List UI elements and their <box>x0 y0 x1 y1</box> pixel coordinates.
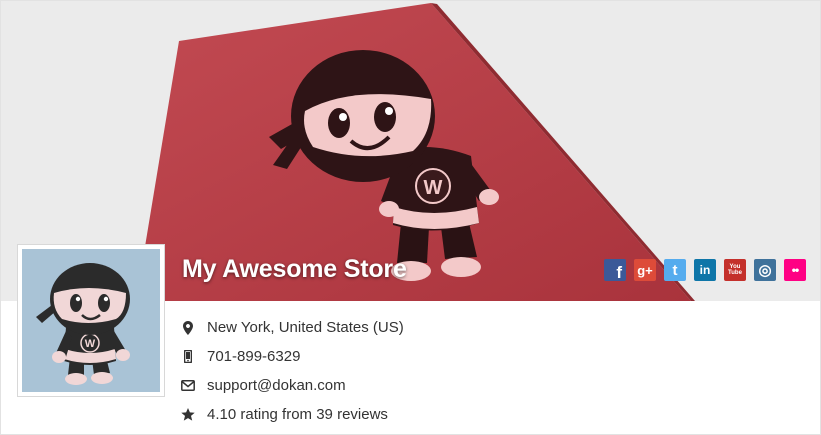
social-links: f g+ t in You Tube ◎ •• <box>604 259 806 281</box>
svg-text:W: W <box>424 177 443 199</box>
store-address-text: New York, United States (US) <box>207 319 404 336</box>
store-name: My Awesome Store <box>182 255 407 283</box>
store-phone-text: 701-899-6329 <box>207 348 301 365</box>
instagram-icon[interactable]: ◎ <box>754 259 776 281</box>
avatar-image: W <box>22 249 160 392</box>
star-icon <box>181 408 195 422</box>
store-avatar: W <box>17 244 165 397</box>
twitter-icon[interactable]: t <box>664 259 686 281</box>
store-rating-text: 4.10 rating from 39 reviews <box>207 406 388 423</box>
store-email: support@dokan.com <box>181 371 404 400</box>
svg-text:W: W <box>85 338 96 350</box>
store-address: New York, United States (US) <box>181 313 404 342</box>
google-plus-icon[interactable]: g+ <box>634 259 656 281</box>
linkedin-icon[interactable]: in <box>694 259 716 281</box>
flickr-icon[interactable]: •• <box>784 259 806 281</box>
envelope-icon <box>181 379 195 393</box>
store-info-list: New York, United States (US) 701-899-632… <box>181 313 404 429</box>
store-rating: 4.10 rating from 39 reviews <box>181 400 404 429</box>
youtube-icon[interactable]: You Tube <box>724 259 746 281</box>
store-profile-card: W W My Awesome Store f g+ t in You Tube … <box>0 0 821 435</box>
facebook-icon[interactable]: f <box>604 259 626 281</box>
store-email-text[interactable]: support@dokan.com <box>207 377 346 394</box>
ninja-avatar-illustration: W <box>22 249 160 392</box>
store-phone: 701-899-6329 <box>181 342 404 371</box>
map-marker-icon <box>181 320 195 335</box>
mobile-phone-icon <box>181 350 195 364</box>
